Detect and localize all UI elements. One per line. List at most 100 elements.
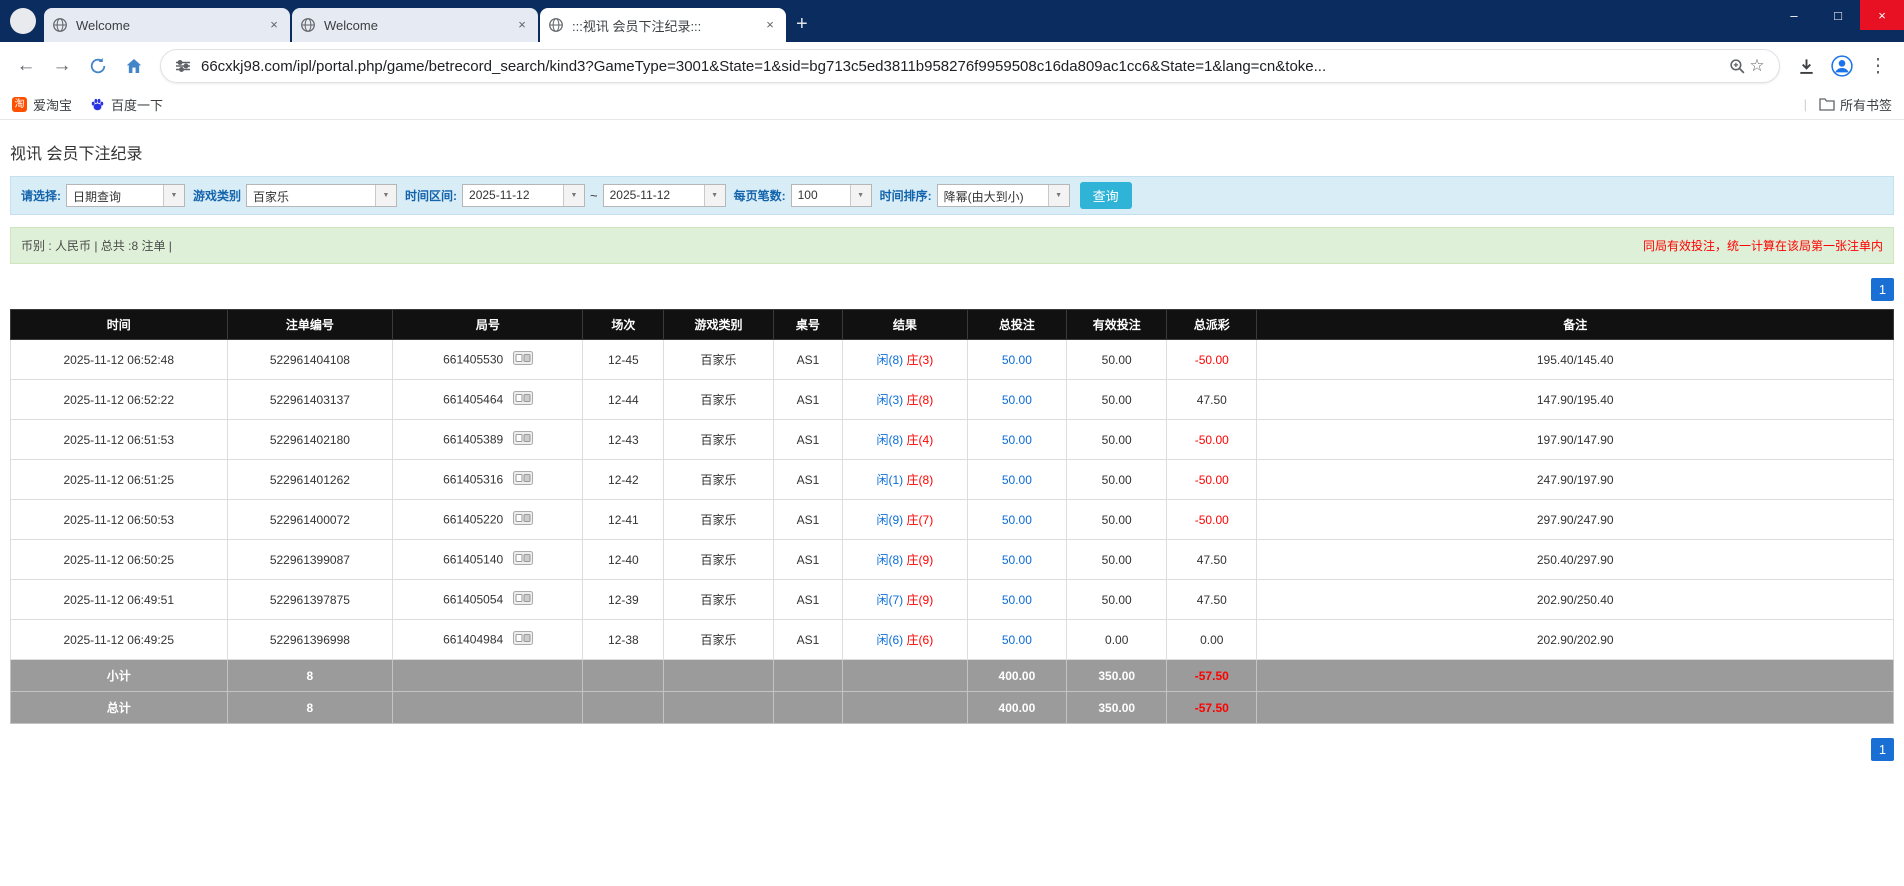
cell-payout: -50.00 xyxy=(1166,499,1258,540)
browser-tab-3-active[interactable]: :::视讯 会员下注纪录::: × xyxy=(540,8,786,42)
page-number-button[interactable]: 1 xyxy=(1871,738,1894,761)
round-number: 661405220 xyxy=(443,512,504,527)
result-player: 闲(8) xyxy=(876,353,904,367)
bookmark-star-icon[interactable]: ☆ xyxy=(1747,56,1767,76)
menu-icon[interactable]: ⋮ xyxy=(1863,51,1893,81)
zoom-icon[interactable] xyxy=(1727,56,1747,76)
cell-time: 2025-11-12 06:50:25 xyxy=(10,539,228,580)
cell-total-bet[interactable]: 50.00 xyxy=(966,579,1068,620)
tab-close-icon[interactable]: × xyxy=(762,17,778,33)
new-tab-button[interactable]: + xyxy=(796,14,808,34)
header-payout: 总派彩 xyxy=(1166,309,1258,340)
close-button[interactable]: × xyxy=(1860,0,1904,30)
url-bar[interactable]: 66cxkj98.com/ipl/portal.php/game/betreco… xyxy=(160,49,1780,83)
cell-total-bet[interactable]: 50.00 xyxy=(966,459,1068,500)
cell-total-bet[interactable]: 50.00 xyxy=(966,379,1068,420)
cell-note: 250.40/297.90 xyxy=(1256,539,1894,580)
replay-icon[interactable] xyxy=(512,551,533,568)
cell-bet-id: 522961397875 xyxy=(226,579,394,620)
chevron-down-icon[interactable]: ▼ xyxy=(563,185,585,206)
header-result: 结果 xyxy=(842,309,968,340)
tab-search-button[interactable] xyxy=(10,8,36,34)
page-size-select[interactable]: 100 ▼ xyxy=(790,184,872,207)
url-text[interactable]: 66cxkj98.com/ipl/portal.php/game/betreco… xyxy=(201,58,1719,75)
round-number: 661405316 xyxy=(443,472,504,487)
replay-icon[interactable] xyxy=(512,351,533,368)
tab-close-icon[interactable]: × xyxy=(514,17,530,33)
maximize-button[interactable]: □ xyxy=(1816,0,1860,30)
profile-icon[interactable] xyxy=(1827,51,1857,81)
cell-total-bet[interactable]: 50.00 xyxy=(966,539,1068,580)
replay-icon[interactable] xyxy=(512,471,533,488)
cell-total-bet[interactable]: 50.00 xyxy=(966,419,1068,460)
reload-button[interactable] xyxy=(83,51,113,81)
header-table: 桌号 xyxy=(772,309,844,340)
result-banker: 庄(3) xyxy=(906,353,934,367)
bookmark-taobao[interactable]: 淘 爱淘宝 xyxy=(12,95,72,114)
forward-button[interactable]: → xyxy=(47,51,77,81)
search-button[interactable]: 查询 xyxy=(1079,182,1132,209)
bookmark-label: 爱淘宝 xyxy=(33,98,73,113)
all-bookmarks[interactable]: | 所有书签 xyxy=(1804,95,1892,114)
query-type-select[interactable]: 日期查询 ▼ xyxy=(66,184,185,207)
date-range-tilde: ~ xyxy=(590,188,598,203)
replay-icon[interactable] xyxy=(512,591,533,608)
download-icon[interactable] xyxy=(1791,51,1821,81)
date-from-input[interactable]: 2025-11-12 ▼ xyxy=(462,184,586,207)
minimize-button[interactable]: – xyxy=(1772,0,1816,30)
cell-note: 197.90/147.90 xyxy=(1256,419,1894,460)
cell-total-bet[interactable]: 50.00 xyxy=(966,499,1068,540)
result-player: 闲(9) xyxy=(876,513,904,527)
cell-bet-id: 522961403137 xyxy=(226,379,394,420)
header-valid-bet: 有效投注 xyxy=(1066,309,1168,340)
subtotal-payout: -57.50 xyxy=(1166,659,1258,692)
cell-total-bet[interactable]: 50.00 xyxy=(966,619,1068,660)
cell-payout: 47.50 xyxy=(1166,579,1258,620)
chevron-down-icon[interactable]: ▼ xyxy=(1047,185,1069,206)
tab-title: Welcome xyxy=(76,17,130,33)
browser-toolbar: ← → 66cxkj98.com/ipl/portal.php/game/bet… xyxy=(0,42,1904,90)
header-round: 局号 xyxy=(392,309,584,340)
total-valid-bet: 350.00 xyxy=(1066,691,1168,724)
bookmark-baidu[interactable]: 百度一下 xyxy=(90,95,163,114)
table-footer: 小计 8 400.00 350.00 -57.50 总计 8 400.00 35… xyxy=(10,659,1894,724)
chevron-down-icon[interactable]: ▼ xyxy=(375,185,397,206)
table-row: 2025-11-12 06:49:51 522961397875 6614050… xyxy=(10,579,1894,620)
replay-icon[interactable] xyxy=(512,391,533,408)
chevron-down-icon[interactable]: ▼ xyxy=(163,185,184,206)
game-type-label: 游戏类别 xyxy=(193,189,242,203)
result-player: 闲(8) xyxy=(876,553,904,567)
chevron-down-icon[interactable]: ▼ xyxy=(849,185,871,206)
chevron-down-icon[interactable]: ▼ xyxy=(703,185,725,206)
tab-close-icon[interactable]: × xyxy=(266,17,282,33)
page-number-button[interactable]: 1 xyxy=(1871,278,1894,301)
result-player: 闲(8) xyxy=(876,433,904,447)
cell-time: 2025-11-12 06:49:51 xyxy=(10,579,228,620)
browser-tab-2[interactable]: Welcome × xyxy=(292,8,538,42)
page-content: 视讯 会员下注纪录 请选择: 日期查询 ▼ 游戏类别 百家乐 ▼ 时间区间: 2… xyxy=(0,140,1904,761)
cell-game: 百家乐 xyxy=(663,499,774,540)
bookmark-label: 百度一下 xyxy=(111,98,164,113)
result-banker: 庄(8) xyxy=(906,393,934,407)
cell-bet-id: 522961401262 xyxy=(226,459,394,500)
home-button[interactable] xyxy=(119,51,149,81)
cell-valid-bet: 50.00 xyxy=(1066,579,1168,620)
cell-total-bet[interactable]: 50.00 xyxy=(966,339,1068,380)
tab-strip: Welcome × Welcome × :::视讯 会员下注纪录::: × + … xyxy=(0,0,1904,42)
cell-round: 661405140 xyxy=(392,539,584,580)
site-info-icon[interactable] xyxy=(173,56,193,76)
replay-icon[interactable] xyxy=(512,431,533,448)
date-to-input[interactable]: 2025-11-12 ▼ xyxy=(602,184,726,207)
replay-icon[interactable] xyxy=(512,631,533,648)
table-row: 2025-11-12 06:49:25 522961396998 6614049… xyxy=(10,619,1894,660)
subtotal-row: 小计 8 400.00 350.00 -57.50 xyxy=(10,659,1894,692)
sort-select[interactable]: 降幂(由大到小) ▼ xyxy=(936,184,1070,207)
cell-result: 闲(6) 庄(6) xyxy=(842,619,968,660)
replay-icon[interactable] xyxy=(512,511,533,528)
sort-label: 时间排序: xyxy=(879,189,932,203)
cell-session: 12-45 xyxy=(582,339,665,380)
game-type-select[interactable]: 百家乐 ▼ xyxy=(246,184,398,207)
back-button[interactable]: ← xyxy=(11,51,41,81)
header-game: 游戏类别 xyxy=(663,309,774,340)
browser-tab-1[interactable]: Welcome × xyxy=(44,8,290,42)
